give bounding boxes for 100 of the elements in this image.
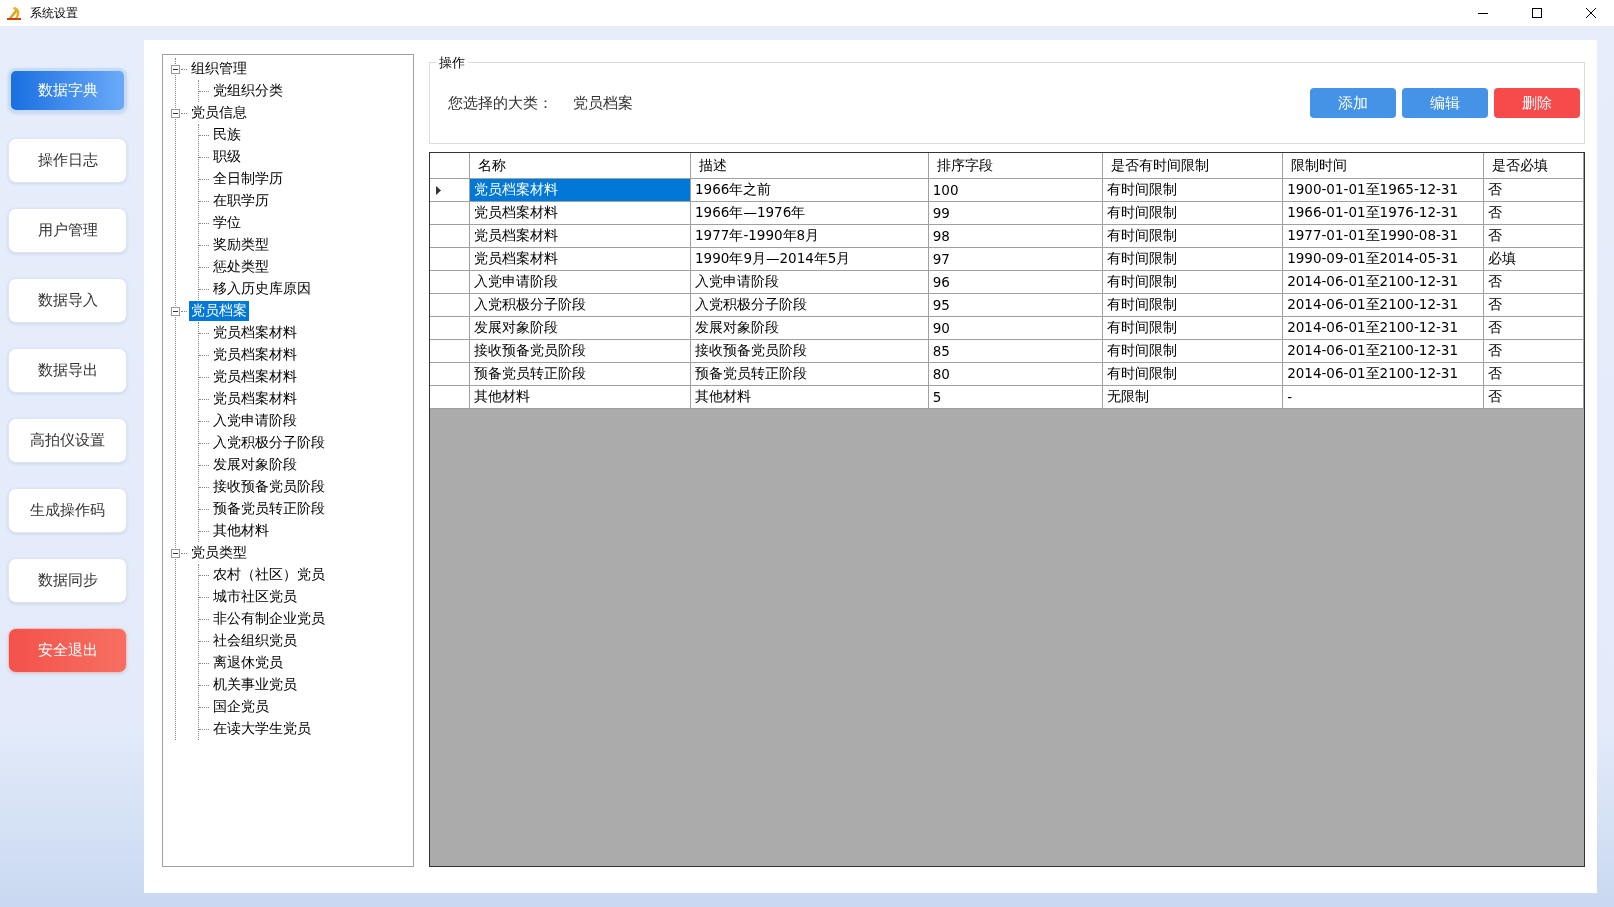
tree-item[interactable]: 社会组织党员 — [211, 631, 299, 651]
table-cell: 党员档案材料 — [469, 201, 691, 225]
column-header[interactable]: 是否有时间限制 — [1102, 153, 1283, 179]
row-header[interactable] — [430, 247, 470, 271]
column-header[interactable]: 名称 — [469, 153, 691, 179]
table-cell: 党员档案材料 — [469, 247, 691, 271]
row-header[interactable] — [430, 362, 470, 386]
table-cell: 入党申请阶段 — [469, 270, 691, 294]
table-cell: 发展对象阶段 — [469, 316, 691, 340]
table-cell: 接收预备党员阶段 — [690, 339, 929, 363]
row-header[interactable] — [430, 316, 470, 340]
close-icon[interactable] — [1586, 8, 1596, 18]
tree-item[interactable]: 城市社区党员 — [211, 587, 299, 607]
table-cell: 有时间限制 — [1102, 270, 1283, 294]
row-header[interactable] — [430, 270, 470, 294]
table-cell: 1900-01-01至1965-12-31 — [1282, 178, 1484, 202]
table-cell: 有时间限制 — [1102, 362, 1283, 386]
tree-item[interactable]: 组织管理 — [189, 59, 249, 79]
table-cell: 有时间限制 — [1102, 178, 1283, 202]
table-cell: 有时间限制 — [1102, 247, 1283, 271]
table-cell: 预备党员转正阶段 — [469, 362, 691, 386]
tree-item[interactable]: 全日制学历 — [211, 169, 285, 189]
collapse-icon[interactable] — [171, 548, 180, 558]
tree-item[interactable]: 农村（社区）党员 — [211, 565, 327, 585]
collapse-icon[interactable] — [171, 108, 180, 118]
collapse-icon[interactable] — [171, 306, 180, 316]
tree-item[interactable]: 惩处类型 — [211, 257, 271, 277]
category-value: 党员档案 — [573, 93, 633, 113]
column-header[interactable]: 排序字段 — [928, 153, 1103, 179]
tree-item[interactable]: 发展对象阶段 — [211, 455, 299, 475]
tree-item[interactable]: 学位 — [211, 213, 243, 233]
table-cell: 99 — [928, 201, 1103, 225]
tree-item[interactable]: 机关事业党员 — [211, 675, 299, 695]
tree-item[interactable]: 入党积极分子阶段 — [211, 433, 327, 453]
row-header[interactable] — [430, 385, 470, 409]
row-header[interactable] — [430, 293, 470, 317]
tree-item[interactable]: 党员信息 — [189, 103, 249, 123]
table-cell: 有时间限制 — [1102, 316, 1283, 340]
tree-item[interactable]: 奖励类型 — [211, 235, 271, 255]
maximize-icon[interactable] — [1532, 8, 1542, 18]
tree-item[interactable]: 党员档案材料 — [211, 323, 299, 343]
sidebar-item[interactable]: 数据导出 — [8, 348, 127, 393]
table-cell: 97 — [928, 247, 1103, 271]
sidebar-item[interactable]: 数据导入 — [8, 278, 127, 323]
tree-item[interactable]: 党员类型 — [189, 543, 249, 563]
tree-item[interactable]: 民族 — [211, 125, 243, 145]
table-cell: 有时间限制 — [1102, 293, 1283, 317]
tree-item[interactable]: 党员档案材料 — [211, 345, 299, 365]
row-header[interactable] — [430, 224, 470, 248]
row-header[interactable] — [430, 178, 470, 202]
collapse-icon[interactable] — [171, 64, 180, 74]
table-cell: 5 — [928, 385, 1103, 409]
column-header[interactable]: 描述 — [690, 153, 929, 179]
column-header[interactable]: 是否必填 — [1483, 153, 1584, 179]
tree-item[interactable]: 党组织分类 — [211, 81, 285, 101]
row-header[interactable] — [430, 201, 470, 225]
tree-item[interactable]: 非公有制企业党员 — [211, 609, 327, 629]
tree-item[interactable]: 党员档案材料 — [211, 367, 299, 387]
table-cell: 1966年—1976年 — [690, 201, 929, 225]
table-cell: 1990年9月—2014年5月 — [690, 247, 929, 271]
table-cell: 有时间限制 — [1102, 339, 1283, 363]
table-cell: 1977年-1990年8月 — [690, 224, 929, 248]
tree-item[interactable]: 职级 — [211, 147, 243, 167]
sidebar-item[interactable]: 生成操作码 — [8, 488, 127, 533]
sidebar-item[interactable]: 操作日志 — [8, 138, 127, 183]
table-cell: - — [1282, 385, 1484, 409]
column-header[interactable]: 限制时间 — [1282, 153, 1484, 179]
tree-item[interactable]: 国企党员 — [211, 697, 271, 717]
window-title: 系统设置 — [30, 4, 78, 22]
tree-item[interactable]: 其他材料 — [211, 521, 271, 541]
tree-item[interactable]: 在职学历 — [211, 191, 271, 211]
current-row-icon — [436, 185, 441, 195]
sidebar-item[interactable]: 高拍仪设置 — [8, 418, 127, 463]
table-cell: 无限制 — [1102, 385, 1283, 409]
table-cell: 2014-06-01至2100-12-31 — [1282, 316, 1484, 340]
table-cell: 入党积极分子阶段 — [690, 293, 929, 317]
table-cell: 80 — [928, 362, 1103, 386]
app-icon — [6, 5, 22, 21]
table-cell: 95 — [928, 293, 1103, 317]
sidebar-item[interactable]: 数据同步 — [8, 558, 127, 603]
sidebar-item[interactable]: 用户管理 — [8, 208, 127, 253]
table-cell: 有时间限制 — [1102, 201, 1283, 225]
table-cell: 党员档案材料 — [469, 178, 691, 202]
tree-item[interactable]: 接收预备党员阶段 — [211, 477, 327, 497]
tree-item[interactable]: 党员档案 — [189, 301, 249, 321]
tree-item[interactable]: 在读大学生党员 — [211, 719, 313, 739]
table-cell: 90 — [928, 316, 1103, 340]
table-cell: 预备党员转正阶段 — [690, 362, 929, 386]
table-cell: 2014-06-01至2100-12-31 — [1282, 293, 1484, 317]
sidebar-item[interactable]: 数据字典 — [8, 68, 127, 113]
tree-item[interactable]: 移入历史库原因 — [211, 279, 313, 299]
tree-item[interactable]: 入党申请阶段 — [211, 411, 299, 431]
table-cell: 1966年之前 — [690, 178, 929, 202]
table-cell: 85 — [928, 339, 1103, 363]
tree-item[interactable]: 离退休党员 — [211, 653, 285, 673]
table-cell: 1966-01-01至1976-12-31 — [1282, 201, 1484, 225]
row-header[interactable] — [430, 339, 470, 363]
tree-item[interactable]: 预备党员转正阶段 — [211, 499, 327, 519]
table-cell: 发展对象阶段 — [690, 316, 929, 340]
tree-item[interactable]: 党员档案材料 — [211, 389, 299, 409]
